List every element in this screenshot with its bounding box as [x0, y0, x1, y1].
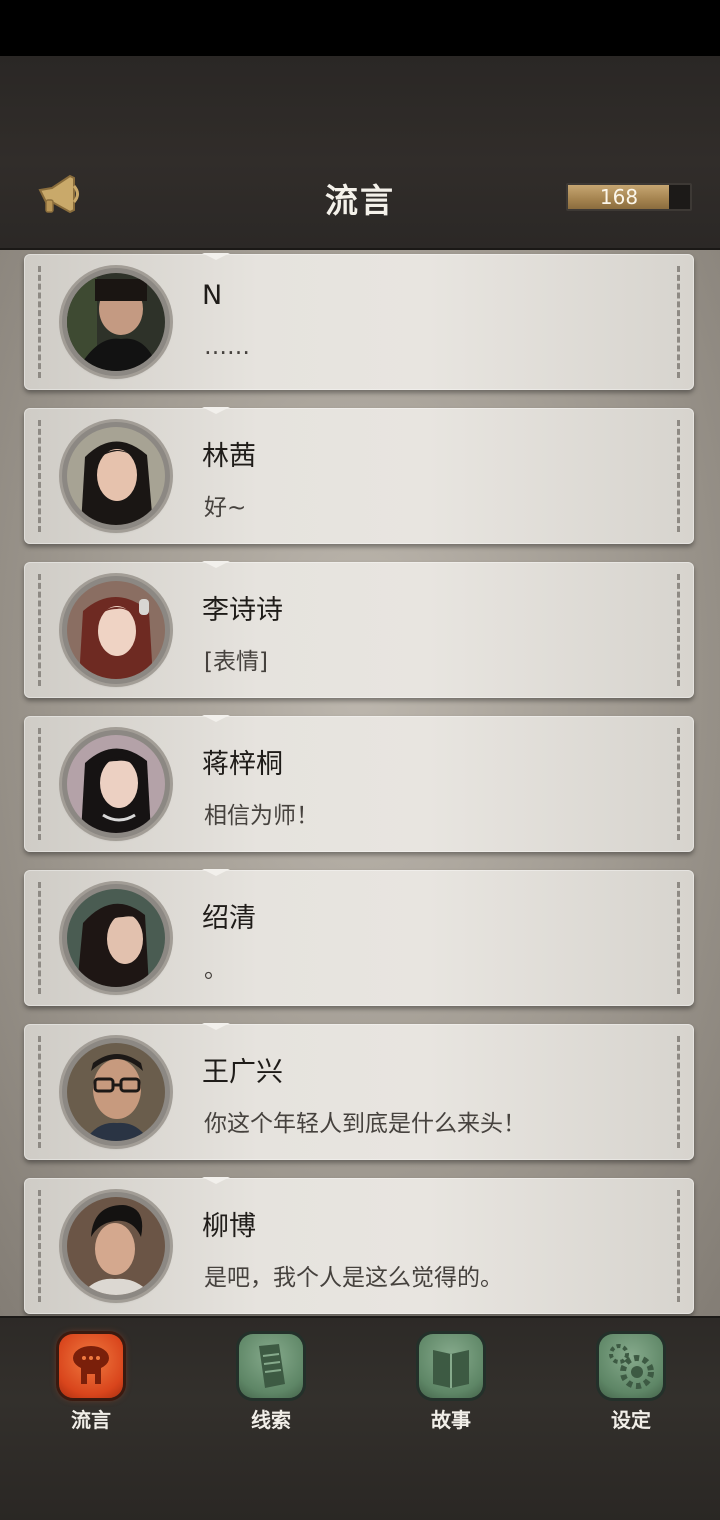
contact-name: 林茜 [202, 441, 256, 472]
tab-label: 线索 [251, 1408, 291, 1432]
tab-story[interactable]: 故事 [396, 1334, 506, 1434]
message-list: N …… 林茜 好~ 李诗诗 [表情] 蒋梓桐 相信为师！ 绍清 。 王广兴 你… [0, 250, 720, 1316]
message-card-2[interactable]: 林茜 好~ [24, 407, 694, 544]
header: 流言 168 [0, 56, 720, 250]
avatar-man-shadow [67, 273, 165, 371]
message-card-6[interactable]: 王广兴 你这个年轻人到底是什么来头！ [24, 1023, 694, 1160]
tab-label: 流言 [71, 1408, 111, 1432]
avatar-frame [62, 1038, 170, 1146]
coin-counter: 168 [566, 183, 692, 211]
message-card-4[interactable]: 蒋梓桐 相信为师！ [24, 715, 694, 852]
message-preview: 好~ [204, 495, 247, 521]
clue-icon [239, 1334, 303, 1398]
screen: 流言 168 N …… 林茜 好~ 李诗诗 [表情] 蒋梓桐 相信为师！ 绍清 … [0, 0, 720, 1520]
contact-name: 绍清 [202, 903, 256, 934]
message-card-5[interactable]: 绍清 。 [24, 869, 694, 1006]
contact-name: 王广兴 [202, 1057, 283, 1088]
tab-label: 设定 [611, 1408, 651, 1432]
avatar-frame [62, 730, 170, 838]
avatar-man-glasses [67, 1043, 165, 1141]
message-card-3[interactable]: 李诗诗 [表情] [24, 561, 694, 698]
contact-name: 蒋梓桐 [202, 749, 283, 780]
contact-name: 柳博 [202, 1211, 256, 1242]
message-preview: [表情] [204, 649, 268, 675]
settings-icon [599, 1334, 663, 1398]
message-card-1[interactable]: N …… [24, 253, 694, 390]
tab-rumor[interactable]: 流言 [36, 1334, 146, 1434]
rumor-icon [59, 1334, 123, 1398]
avatar-frame [62, 884, 170, 992]
tab-label: 故事 [431, 1408, 471, 1432]
avatar-frame [62, 1192, 170, 1300]
avatar-woman-red-hair [67, 581, 165, 679]
bottom-tab-bar: 流言 线索 故事 设定 [0, 1316, 720, 1520]
coin-value: 168 [599, 185, 639, 209]
message-card-7[interactable]: 柳博 是吧，我个人是这么觉得的。 [24, 1177, 694, 1314]
message-preview: …… [204, 334, 250, 360]
message-preview: 你这个年轻人到底是什么来头！ [204, 1111, 526, 1137]
avatar-woman-long-hair [67, 427, 165, 525]
message-preview: 是吧，我个人是这么觉得的。 [204, 1265, 503, 1291]
avatar-woman-black-hair [67, 735, 165, 833]
message-preview: 相信为师！ [204, 803, 319, 829]
avatar-frame [62, 422, 170, 530]
story-icon [419, 1334, 483, 1398]
contact-name: N [202, 280, 223, 311]
avatar-woman-dark-hair [67, 889, 165, 987]
status-bar [0, 0, 720, 56]
tab-settings[interactable]: 设定 [576, 1334, 686, 1434]
avatar-frame [62, 576, 170, 684]
avatar-frame [62, 268, 170, 376]
avatar-man-pompadour [67, 1197, 165, 1295]
tab-clue[interactable]: 线索 [216, 1334, 326, 1434]
contact-name: 李诗诗 [202, 595, 283, 626]
message-preview: 。 [204, 957, 227, 983]
